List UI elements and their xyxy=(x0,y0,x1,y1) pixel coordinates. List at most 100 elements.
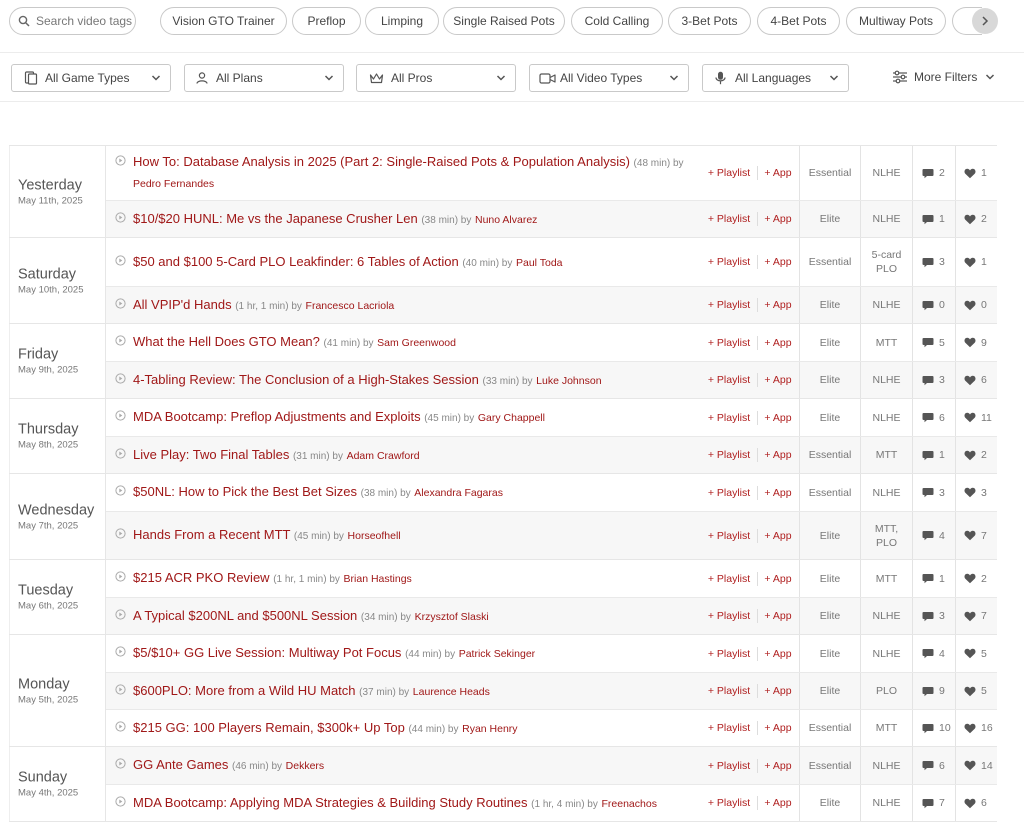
add-to-playlist-button[interactable]: + Playlist xyxy=(704,710,754,746)
comments-count[interactable]: 3 xyxy=(912,238,955,286)
video-title-link[interactable]: $50 and $100 5-Card PLO Leakfinder: 6 Ta… xyxy=(133,254,459,269)
add-to-playlist-button[interactable]: + Playlist xyxy=(704,399,754,436)
likes-count[interactable]: 9 xyxy=(955,324,997,361)
comments-count[interactable]: 3 xyxy=(912,598,955,634)
video-author-link[interactable]: Freenachos xyxy=(602,798,657,810)
video-title-link[interactable]: MDA Bootcamp: Applying MDA Strategies & … xyxy=(133,795,528,810)
comments-count[interactable]: 4 xyxy=(912,635,955,672)
add-to-playlist-button[interactable]: + Playlist xyxy=(704,362,754,398)
video-author-link[interactable]: Francesco Lacriola xyxy=(306,300,395,312)
video-title-link[interactable]: Live Play: Two Final Tables xyxy=(133,447,289,462)
likes-count[interactable]: 2 xyxy=(955,437,997,473)
comments-count[interactable]: 2 xyxy=(912,146,955,200)
likes-count[interactable]: 5 xyxy=(955,635,997,672)
tag-3-bet-pots[interactable]: 3-Bet Pots xyxy=(668,7,751,35)
likes-count[interactable]: 2 xyxy=(955,560,997,597)
comments-count[interactable]: 4 xyxy=(912,512,955,559)
likes-count[interactable]: 11 xyxy=(955,399,997,436)
add-to-playlist-button[interactable]: + Playlist xyxy=(704,598,754,634)
add-to-playlist-button[interactable]: + Playlist xyxy=(704,747,754,784)
comments-count[interactable]: 1 xyxy=(912,201,955,237)
likes-count[interactable]: 1 xyxy=(955,238,997,286)
tags-next-button[interactable] xyxy=(972,8,998,34)
video-author-link[interactable]: Luke Johnson xyxy=(536,375,601,387)
add-to-app-button[interactable]: + App xyxy=(760,710,796,746)
add-to-app-button[interactable]: + App xyxy=(760,598,796,634)
add-to-playlist-button[interactable]: + Playlist xyxy=(704,201,754,237)
add-to-playlist-button[interactable]: + Playlist xyxy=(704,287,754,323)
likes-count[interactable]: 2 xyxy=(955,201,997,237)
video-author-link[interactable]: Sam Greenwood xyxy=(377,337,456,349)
likes-count[interactable]: 16 xyxy=(955,710,997,746)
likes-count[interactable]: 1 xyxy=(955,146,997,200)
add-to-app-button[interactable]: + App xyxy=(760,635,796,672)
comments-count[interactable]: 6 xyxy=(912,399,955,436)
comments-count[interactable]: 1 xyxy=(912,437,955,473)
video-title-link[interactable]: 4-Tabling Review: The Conclusion of a Hi… xyxy=(133,372,479,387)
video-types-dropdown[interactable]: All Video Types xyxy=(529,64,689,92)
pros-dropdown[interactable]: All Pros xyxy=(356,64,516,92)
likes-count[interactable]: 7 xyxy=(955,512,997,559)
video-author-link[interactable]: Horseofhell xyxy=(348,530,401,542)
add-to-app-button[interactable]: + App xyxy=(760,785,796,821)
video-author-link[interactable]: Brian Hastings xyxy=(344,573,412,585)
add-to-playlist-button[interactable]: + Playlist xyxy=(704,560,754,597)
comments-count[interactable]: 3 xyxy=(912,362,955,398)
languages-dropdown[interactable]: All Languages xyxy=(702,64,849,92)
add-to-playlist-button[interactable]: + Playlist xyxy=(704,785,754,821)
video-title-link[interactable]: How To: Database Analysis in 2025 (Part … xyxy=(133,154,630,169)
add-to-app-button[interactable]: + App xyxy=(760,399,796,436)
tag-preflop[interactable]: Preflop xyxy=(292,7,361,35)
video-title-link[interactable]: $215 ACR PKO Review xyxy=(133,570,270,585)
plans-dropdown[interactable]: All Plans xyxy=(184,64,344,92)
likes-count[interactable]: 7 xyxy=(955,598,997,634)
add-to-playlist-button[interactable]: + Playlist xyxy=(704,238,754,286)
video-author-link[interactable]: Laurence Heads xyxy=(413,686,490,698)
search-tags-input[interactable]: Search video tags xyxy=(9,7,136,35)
video-author-link[interactable]: Patrick Sekinger xyxy=(459,648,535,660)
video-author-link[interactable]: Adam Crawford xyxy=(347,450,420,462)
tag-4-bet-pots[interactable]: 4-Bet Pots xyxy=(757,7,840,35)
add-to-playlist-button[interactable]: + Playlist xyxy=(704,474,754,511)
video-author-link[interactable]: Nuno Alvarez xyxy=(475,214,537,226)
add-to-app-button[interactable]: + App xyxy=(760,560,796,597)
comments-count[interactable]: 7 xyxy=(912,785,955,821)
video-title-link[interactable]: GG Ante Games xyxy=(133,757,228,772)
video-title-link[interactable]: $50NL: How to Pick the Best Bet Sizes xyxy=(133,484,357,499)
more-filters-button[interactable]: More Filters xyxy=(892,70,995,84)
comments-count[interactable]: 0 xyxy=(912,287,955,323)
add-to-playlist-button[interactable]: + Playlist xyxy=(704,437,754,473)
add-to-app-button[interactable]: + App xyxy=(760,747,796,784)
comments-count[interactable]: 1 xyxy=(912,560,955,597)
add-to-app-button[interactable]: + App xyxy=(760,287,796,323)
video-title-link[interactable]: What the Hell Does GTO Mean? xyxy=(133,334,320,349)
add-to-app-button[interactable]: + App xyxy=(760,437,796,473)
add-to-app-button[interactable]: + App xyxy=(760,474,796,511)
comments-count[interactable]: 10 xyxy=(912,710,955,746)
tag-limping[interactable]: Limping xyxy=(365,7,439,35)
likes-count[interactable]: 14 xyxy=(955,747,997,784)
add-to-app-button[interactable]: + App xyxy=(760,324,796,361)
likes-count[interactable]: 3 xyxy=(955,474,997,511)
add-to-app-button[interactable]: + App xyxy=(760,673,796,709)
tag-single-raised-pots[interactable]: Single Raised Pots xyxy=(443,7,565,35)
video-title-link[interactable]: $215 GG: 100 Players Remain, $300k+ Up T… xyxy=(133,720,405,735)
add-to-playlist-button[interactable]: + Playlist xyxy=(704,146,754,200)
likes-count[interactable]: 6 xyxy=(955,362,997,398)
tag-cold-calling[interactable]: Cold Calling xyxy=(571,7,663,35)
likes-count[interactable]: 0 xyxy=(955,287,997,323)
add-to-playlist-button[interactable]: + Playlist xyxy=(704,324,754,361)
video-title-link[interactable]: $5/$10+ GG Live Session: Multiway Pot Fo… xyxy=(133,645,401,660)
comments-count[interactable]: 3 xyxy=(912,474,955,511)
video-author-link[interactable]: Paul Toda xyxy=(516,257,563,269)
video-title-link[interactable]: All VPIP'd Hands xyxy=(133,297,232,312)
add-to-playlist-button[interactable]: + Playlist xyxy=(704,512,754,559)
add-to-app-button[interactable]: + App xyxy=(760,512,796,559)
video-author-link[interactable]: Pedro Fernandes xyxy=(133,178,214,190)
video-title-link[interactable]: MDA Bootcamp: Preflop Adjustments and Ex… xyxy=(133,409,421,424)
video-title-link[interactable]: $10/$20 HUNL: Me vs the Japanese Crusher… xyxy=(133,211,418,226)
game-types-dropdown[interactable]: All Game Types xyxy=(11,64,171,92)
video-author-link[interactable]: Alexandra Fagaras xyxy=(414,487,503,499)
add-to-app-button[interactable]: + App xyxy=(760,362,796,398)
add-to-playlist-button[interactable]: + Playlist xyxy=(704,635,754,672)
